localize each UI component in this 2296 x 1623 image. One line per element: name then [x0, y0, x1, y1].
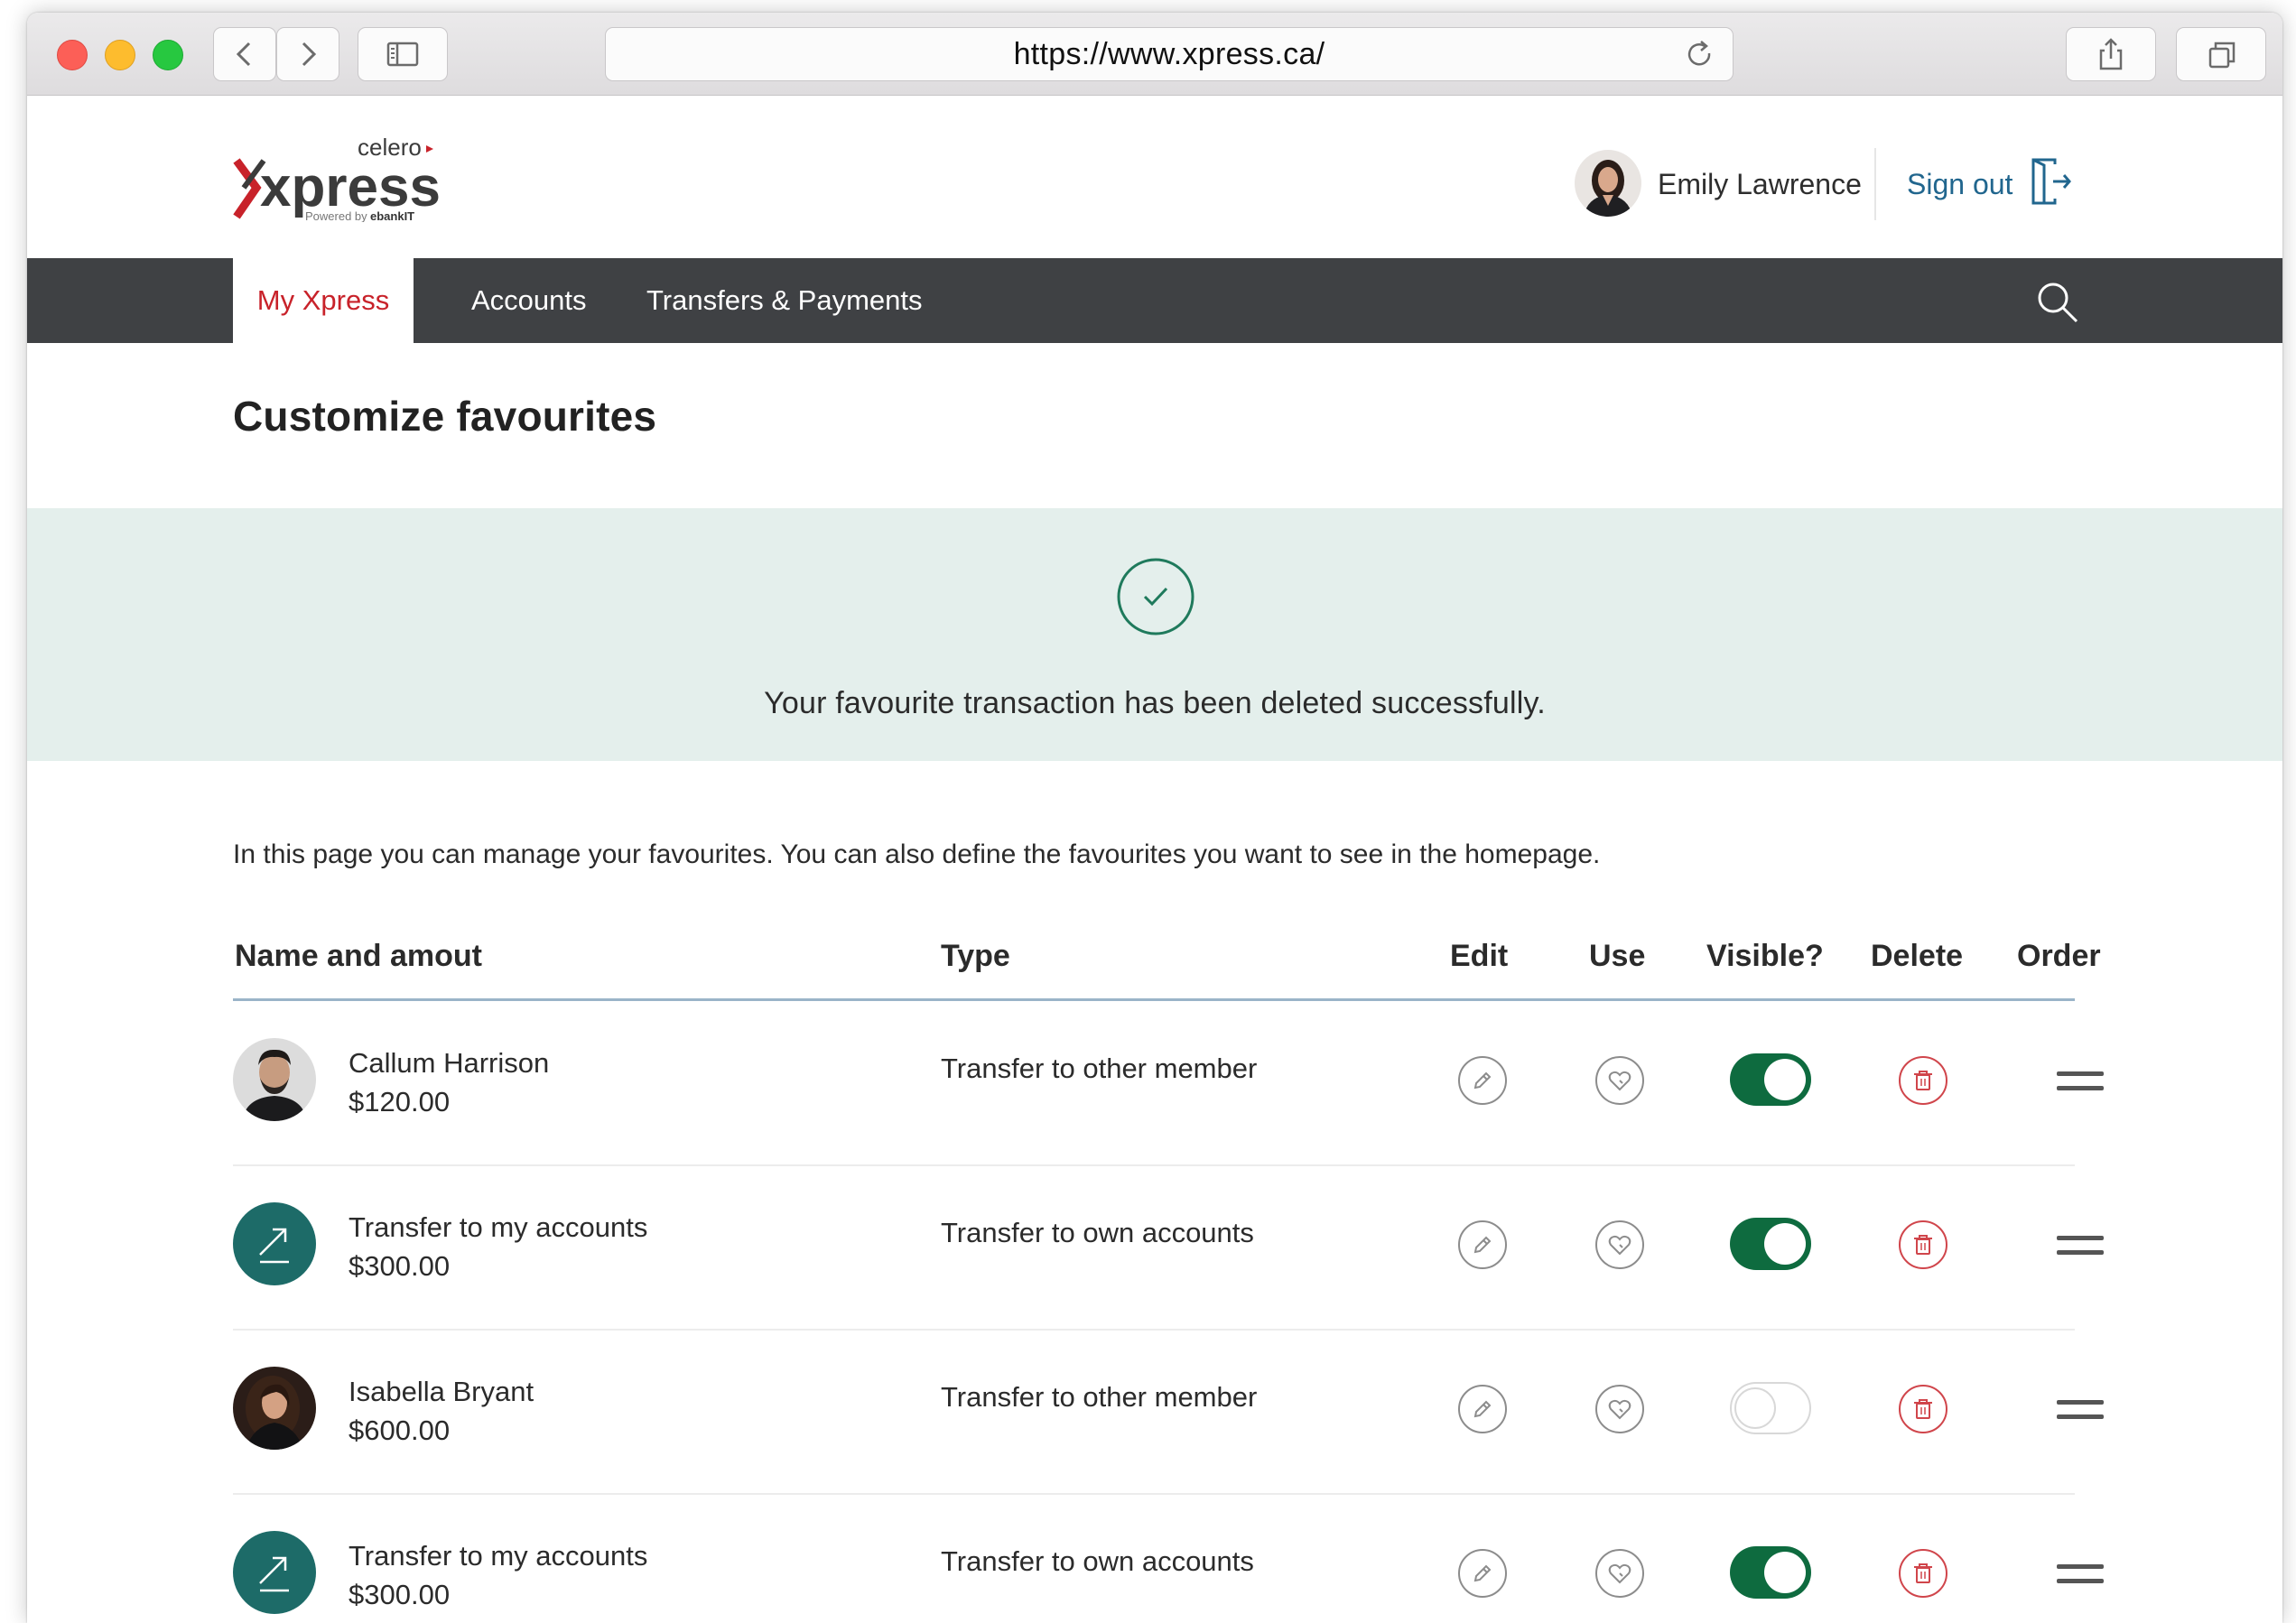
- search-icon[interactable]: [2035, 280, 2080, 325]
- edit-button[interactable]: [1457, 1548, 1508, 1599]
- edit-button[interactable]: [1457, 1384, 1508, 1434]
- column-header-name: Name and amout: [235, 939, 482, 973]
- close-window-button[interactable]: [57, 40, 88, 70]
- favourite-type: Transfer to other member: [941, 1381, 1258, 1413]
- browser-toolbar: https://www.xpress.ca/: [27, 13, 2282, 96]
- sidebar-icon: [386, 42, 419, 67]
- logo-tagline-prefix: Powered by: [305, 209, 367, 222]
- toggle-knob: [1764, 1059, 1806, 1100]
- chevron-left-icon: [236, 42, 251, 67]
- pencil-icon: [1458, 1549, 1507, 1598]
- favourite-name: Callum Harrison: [349, 1047, 550, 1079]
- delete-button[interactable]: [1898, 1384, 1948, 1434]
- trash-icon: [1899, 1385, 1947, 1433]
- drag-handle-icon[interactable]: [2055, 1397, 2105, 1423]
- column-header-edit: Edit: [1450, 939, 1509, 973]
- edit-button[interactable]: [1457, 1055, 1508, 1106]
- use-button[interactable]: [1594, 1220, 1645, 1270]
- toggle-knob: [1764, 1223, 1806, 1265]
- heart-icon: [1595, 1385, 1644, 1433]
- column-header-type: Type: [941, 939, 1010, 973]
- use-button[interactable]: [1594, 1548, 1645, 1599]
- nav-item-transfers-payments[interactable]: Transfers & Payments: [646, 258, 923, 343]
- user-name[interactable]: Emily Lawrence: [1658, 168, 1862, 201]
- favourite-name: Transfer to my accounts: [349, 1211, 648, 1243]
- visible-toggle[interactable]: [1730, 1546, 1811, 1599]
- trash-icon: [1899, 1220, 1947, 1269]
- favourite-type: Transfer to other member: [941, 1053, 1258, 1084]
- heart-icon: [1595, 1220, 1644, 1269]
- column-header-order: Order: [2017, 939, 2101, 973]
- table-row: Transfer to my accounts $300.00 Transfer…: [233, 1495, 2104, 1623]
- favourite-name: Transfer to my accounts: [349, 1540, 648, 1572]
- toggle-knob: [1734, 1387, 1776, 1429]
- column-header-delete: Delete: [1871, 939, 1964, 973]
- trash-icon: [1899, 1056, 1947, 1105]
- pencil-icon: [1458, 1056, 1507, 1105]
- chevron-right-icon: [302, 42, 317, 67]
- share-icon: [2099, 38, 2123, 70]
- sign-out-link[interactable]: Sign out: [1907, 168, 2012, 201]
- success-message: Your favourite transaction has been dele…: [764, 686, 1546, 720]
- drag-handle-icon[interactable]: [2055, 1233, 2105, 1258]
- column-header-visible: Visible?: [1706, 939, 1824, 973]
- contact-avatar: [233, 1038, 316, 1121]
- drag-handle-icon[interactable]: [2055, 1069, 2105, 1094]
- tabs-icon: [2208, 42, 2236, 69]
- heart-icon: [1595, 1056, 1644, 1105]
- delete-button[interactable]: [1898, 1055, 1948, 1106]
- contact-avatar: [233, 1367, 316, 1450]
- favourite-name: Isabella Bryant: [349, 1376, 534, 1407]
- favourite-type: Transfer to own accounts: [941, 1217, 1254, 1248]
- table-row: Transfer to my accounts $300.00 Transfer…: [233, 1166, 2104, 1331]
- user-avatar[interactable]: [1575, 150, 1641, 217]
- drag-handle-icon[interactable]: [2055, 1562, 2105, 1587]
- transfer-arrow-icon: [233, 1202, 316, 1285]
- delete-button[interactable]: [1898, 1220, 1948, 1270]
- visible-toggle[interactable]: [1730, 1218, 1811, 1270]
- share-button[interactable]: [2066, 27, 2156, 81]
- sign-out-icon[interactable]: [2028, 157, 2073, 206]
- intro-text: In this page you can manage your favouri…: [233, 839, 1601, 869]
- success-check-icon: [1117, 558, 1194, 635]
- pencil-icon: [1458, 1385, 1507, 1433]
- transfer-arrow-icon: [233, 1531, 316, 1614]
- minimize-window-button[interactable]: [105, 40, 135, 70]
- column-header-use: Use: [1589, 939, 1646, 973]
- use-button[interactable]: [1594, 1384, 1645, 1434]
- nav-item-accounts[interactable]: Accounts: [471, 258, 587, 343]
- favourite-amount: $120.00: [349, 1086, 451, 1118]
- main-nav: My Xpress Accounts Transfers & Payments: [27, 258, 2282, 343]
- header-divider: [1874, 148, 1876, 220]
- heart-icon: [1595, 1549, 1644, 1598]
- forward-button[interactable]: [276, 27, 339, 81]
- sidebar-toggle-button[interactable]: [358, 27, 448, 81]
- reload-icon[interactable]: [1682, 37, 1718, 73]
- logo-tagline-brand: ebankIT: [370, 209, 414, 222]
- favourite-amount: $300.00: [349, 1579, 451, 1610]
- trash-icon: [1899, 1549, 1947, 1598]
- tabs-overview-button[interactable]: [2176, 27, 2266, 81]
- browser-window: https://www.xpress.ca/ celero xpress Pow…: [27, 13, 2282, 1623]
- xpress-logo[interactable]: celero xpress Powered by ebankIT: [233, 128, 450, 223]
- use-button[interactable]: [1594, 1055, 1645, 1106]
- table-row: Callum Harrison $120.00 Transfer to othe…: [233, 1002, 2104, 1166]
- table-header-rule: [233, 998, 2075, 1001]
- url-text: https://www.xpress.ca/: [1013, 36, 1325, 71]
- toggle-knob: [1764, 1552, 1806, 1593]
- zoom-window-button[interactable]: [153, 40, 183, 70]
- page-title: Customize favourites: [233, 393, 657, 440]
- table-row: Isabella Bryant $600.00 Transfer to othe…: [233, 1331, 2104, 1495]
- address-bar[interactable]: https://www.xpress.ca/: [605, 27, 1734, 81]
- back-button[interactable]: [213, 27, 276, 81]
- favourite-amount: $300.00: [349, 1250, 451, 1282]
- nav-item-my-xpress[interactable]: My Xpress: [233, 258, 414, 343]
- favourite-amount: $600.00: [349, 1414, 451, 1446]
- delete-button[interactable]: [1898, 1548, 1948, 1599]
- edit-button[interactable]: [1457, 1220, 1508, 1270]
- pencil-icon: [1458, 1220, 1507, 1269]
- visible-toggle[interactable]: [1730, 1053, 1811, 1106]
- visible-toggle[interactable]: [1730, 1382, 1811, 1434]
- favourite-type: Transfer to own accounts: [941, 1545, 1254, 1577]
